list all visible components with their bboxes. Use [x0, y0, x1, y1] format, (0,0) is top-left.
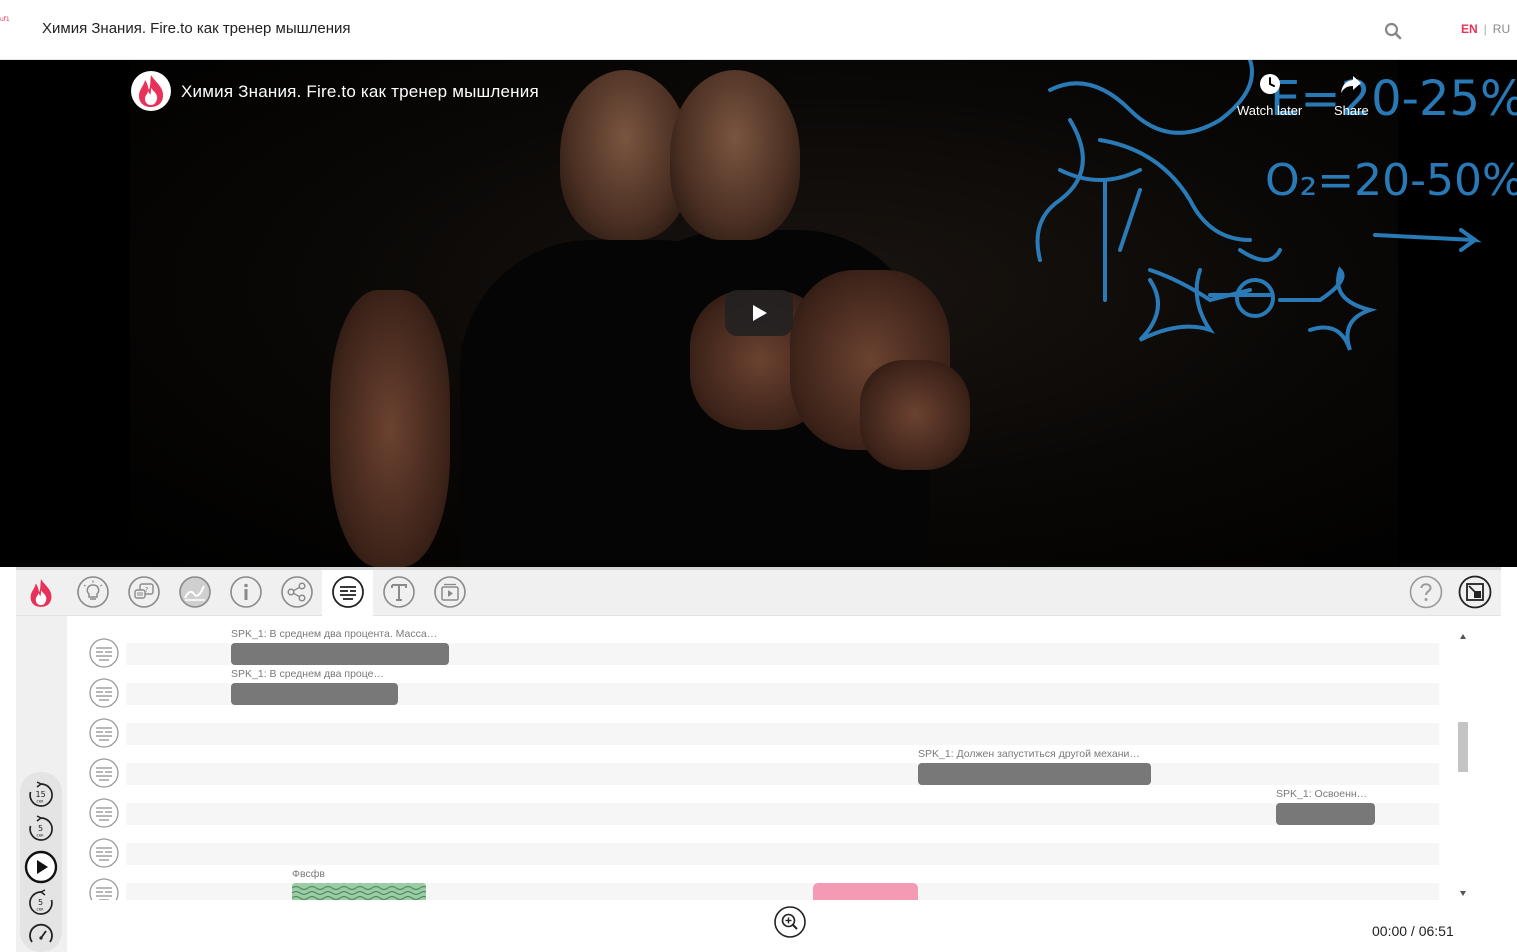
segment-label: SPK_1: В среднем два проце… [231, 668, 384, 680]
language-switcher: EN | RU [1461, 22, 1510, 36]
row-lines-icon[interactable] [88, 757, 120, 789]
row-lines-icon[interactable] [88, 877, 120, 900]
speedometer-icon [29, 923, 53, 943]
row-lines-icon[interactable] [88, 677, 120, 709]
exit-fullscreen-icon [1458, 575, 1492, 609]
flame-icon [30, 579, 52, 607]
board-formula-1: E=20-25% [1270, 71, 1517, 127]
panel-logo[interactable] [16, 570, 66, 616]
play-pause-button[interactable] [24, 850, 58, 884]
timeline-track[interactable] [126, 803, 1439, 825]
scroll-down-arrow-icon[interactable] [1460, 891, 1466, 896]
person-head-right [670, 70, 800, 240]
timeline-track[interactable] [126, 723, 1439, 745]
tool-text-button[interactable] [382, 575, 416, 609]
help-icon [1409, 575, 1443, 609]
chart-icon [179, 576, 211, 608]
rewind-15-unit: сек [37, 799, 45, 804]
tool-transcript-button[interactable] [331, 575, 365, 609]
clock-icon [1259, 74, 1280, 94]
page-title: Химия Знания. Fire.to как тренер мышлени… [42, 20, 351, 37]
row-lines-icon[interactable] [88, 837, 120, 869]
tool-share-button[interactable] [280, 575, 314, 609]
row-lines-icon[interactable] [88, 717, 120, 749]
lang-separator: | [1483, 22, 1487, 36]
playback-time: 00:00 / 06:51 [1372, 923, 1454, 939]
rewind-5-button[interactable]: 5 сек [26, 814, 56, 844]
flame-icon [139, 75, 164, 107]
help-button[interactable] [1409, 575, 1443, 609]
play-icon [753, 305, 767, 321]
rewind-5-unit: сек [37, 833, 45, 838]
share-label: Share [1334, 103, 1369, 118]
lang-ru-link[interactable]: RU [1493, 22, 1510, 36]
tool-panel: ? 15 сек 5 сек 5 сек SPK_1: В среднем дв… [16, 567, 1501, 952]
speed-button[interactable] [26, 920, 56, 950]
lang-en-link[interactable]: EN [1461, 22, 1478, 36]
tool-toolbar: ? [16, 570, 1501, 616]
play-button[interactable] [725, 290, 793, 336]
transcript-segment[interactable] [231, 683, 398, 705]
play-circle-icon [24, 850, 58, 884]
info-icon [230, 576, 262, 608]
playback-rail: 15 сек 5 сек 5 сек [16, 616, 66, 952]
channel-avatar[interactable] [131, 71, 171, 111]
top-header: uf1 Химия Знания. Fire.to как тренер мыш… [0, 0, 1517, 60]
question-bubble-icon: ? [128, 576, 160, 608]
segment-label: SPK_1: В среднем два процента. Масса… [231, 628, 438, 640]
row-lines-icon[interactable] [88, 637, 120, 669]
video-icon [434, 576, 466, 608]
svg-text:?: ? [145, 586, 149, 594]
segment-label: SPK_1: Должен запуститься другой механи… [918, 748, 1140, 760]
playback-controls: 15 сек 5 сек 5 сек [20, 772, 62, 952]
tool-ideas-button[interactable] [76, 575, 110, 609]
rewind-5-icon: 5 сек [29, 815, 53, 841]
transcript-segment[interactable] [918, 763, 1151, 785]
forward-5-button[interactable]: 5 сек [26, 888, 56, 918]
forward-5-unit: сек [37, 907, 45, 912]
person-arm-left [330, 290, 450, 567]
person-arm-right [860, 360, 970, 470]
segment-label: Фвсфв [292, 868, 325, 880]
tool-questions-button[interactable]: ? [127, 575, 161, 609]
share-arrow-icon [1341, 76, 1362, 93]
tool-info-button[interactable] [229, 575, 263, 609]
video-player[interactable]: E=20-25% O₂=20-50% Химия Знания. Fire.to… [0, 60, 1517, 567]
fullscreen-toggle-button[interactable] [1458, 575, 1492, 609]
pink-segment[interactable] [813, 883, 918, 900]
scroll-up-arrow-icon[interactable] [1460, 634, 1466, 639]
zoom-in-button[interactable] [774, 906, 806, 938]
transcript-segment[interactable] [231, 643, 449, 665]
forward-5-icon: 5 сек [29, 889, 53, 915]
timeline-scrollbar[interactable] [1456, 630, 1470, 900]
timeline-row-clip: Фвсфв [67, 866, 1447, 900]
search-icon[interactable] [1384, 22, 1402, 40]
wave-segment[interactable] [292, 883, 426, 900]
timeline-track[interactable] [126, 763, 1439, 785]
watch-later-label: Watch later [1237, 103, 1303, 118]
lines-icon [332, 576, 364, 608]
transcript-segment[interactable] [1276, 803, 1375, 825]
tool-graph-button[interactable] [178, 575, 212, 609]
lightbulb-icon [77, 576, 109, 608]
rewind-15-button[interactable]: 15 сек [26, 780, 56, 810]
transcript-timeline: SPK_1: В среднем два процента. Масса… SP… [67, 616, 1501, 952]
tool-video-button[interactable] [433, 575, 467, 609]
row-lines-icon[interactable] [88, 797, 120, 829]
video-title[interactable]: Химия Знания. Fire.to как тренер мышлени… [181, 82, 539, 102]
text-icon [383, 576, 415, 608]
watch-later-button[interactable]: Watch later [1237, 72, 1302, 118]
rewind-15-icon: 15 сек [29, 781, 53, 807]
segment-label: SPK_1: Освоенн… [1276, 788, 1368, 800]
share-icon [281, 576, 313, 608]
timeline-track[interactable] [126, 843, 1439, 865]
board-formula-2: O₂=20-50% [1265, 155, 1517, 206]
share-button[interactable]: Share [1334, 72, 1369, 118]
site-logo[interactable]: uf1 [0, 16, 10, 23]
scroll-thumb[interactable] [1458, 722, 1468, 772]
